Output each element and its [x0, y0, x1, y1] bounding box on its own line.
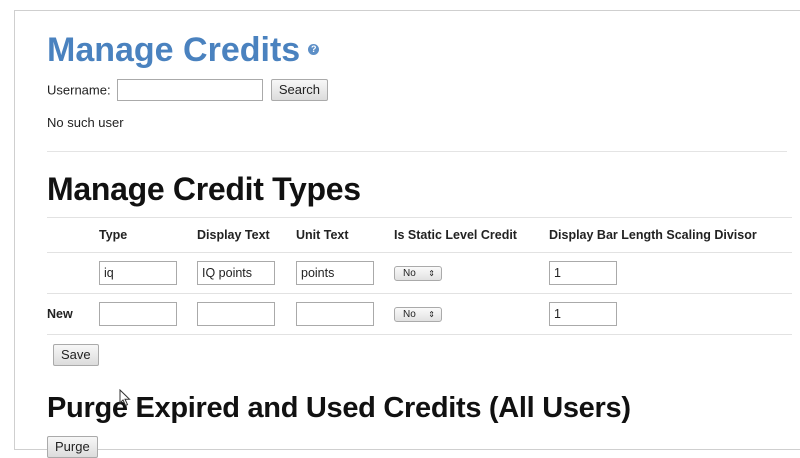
new-unit-text-input[interactable]: [296, 302, 374, 326]
display-text-input[interactable]: [197, 261, 275, 285]
is-static-value: No: [403, 268, 416, 279]
new-type-input[interactable]: [99, 302, 177, 326]
table-header-row: Type Display Text Unit Text Is Static Le…: [47, 217, 792, 253]
username-label: Username:: [47, 82, 111, 98]
select-arrows-icon: ⇕: [428, 269, 435, 278]
search-button[interactable]: Search: [270, 79, 329, 101]
section-divider: [47, 151, 787, 152]
column-header: [47, 217, 99, 253]
credit-types-table: Type Display Text Unit Text Is Static Le…: [47, 217, 792, 335]
help-icon[interactable]: ?: [308, 43, 320, 55]
column-header-unit-text: Unit Text: [296, 217, 394, 253]
unit-text-input[interactable]: [296, 261, 374, 285]
purge-row: Purge: [47, 436, 98, 458]
status-message: No such user: [47, 115, 124, 130]
purge-button[interactable]: Purge: [47, 436, 98, 458]
page-title-text: Manage Credits: [47, 31, 301, 69]
save-button[interactable]: Save: [53, 344, 99, 366]
divisor-input[interactable]: [549, 261, 617, 285]
mouse-pointer-icon: [119, 389, 131, 407]
new-is-static-select[interactable]: No ⇕: [394, 307, 442, 322]
row-label-new: New: [47, 293, 99, 335]
table-row: No ⇕: [47, 252, 792, 294]
type-input[interactable]: [99, 261, 177, 285]
page-title: Manage Credits?: [47, 31, 320, 70]
select-arrows-icon: ⇕: [428, 310, 435, 319]
save-row: Save: [53, 344, 99, 366]
new-divisor-input[interactable]: [549, 302, 617, 326]
new-is-static-value: No: [403, 309, 416, 320]
column-header-is-static: Is Static Level Credit: [394, 217, 549, 253]
column-header-divisor: Display Bar Length Scaling Divisor: [549, 217, 792, 253]
column-header-type: Type: [99, 217, 197, 253]
purge-heading: Purge Expired and Used Credits (All User…: [47, 392, 631, 424]
credit-types-heading: Manage Credit Types: [47, 171, 361, 207]
table-row-new: New No ⇕: [47, 293, 792, 335]
username-search-row: Username: Search: [47, 79, 329, 101]
column-header-display-text: Display Text: [197, 217, 296, 253]
username-input[interactable]: [117, 79, 264, 101]
page-frame: Manage Credits? Username: Search No such…: [14, 10, 800, 458]
is-static-select[interactable]: No ⇕: [394, 266, 442, 281]
row-label: [47, 252, 99, 294]
new-display-text-input[interactable]: [197, 302, 275, 326]
